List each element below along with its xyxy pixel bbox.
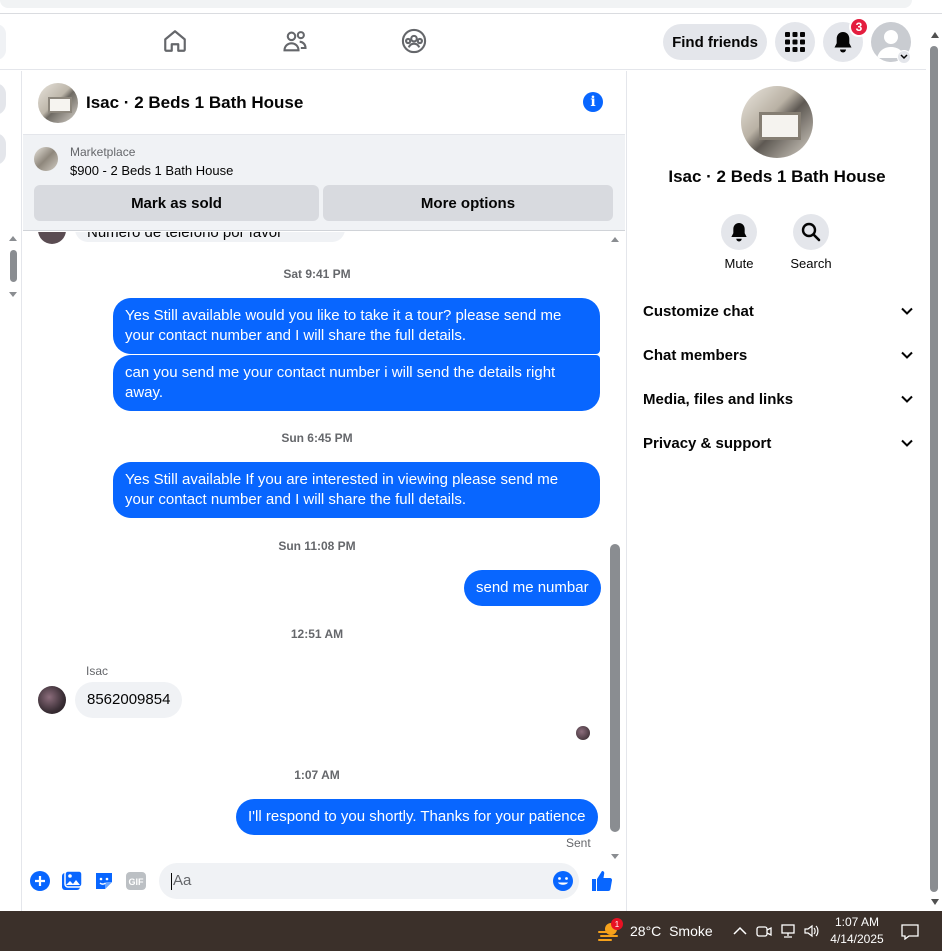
- plus-icon[interactable]: [28, 869, 52, 893]
- mute-action[interactable]: Mute: [709, 214, 769, 271]
- top-navigation: Find friends 3: [0, 14, 926, 70]
- read-receipt-avatar: [576, 726, 590, 740]
- sticker-icon[interactable]: [92, 869, 116, 893]
- chevron-down-icon: [901, 395, 913, 403]
- info-icon[interactable]: i: [583, 92, 603, 112]
- sender-avatar[interactable]: [38, 686, 66, 714]
- message-input[interactable]: Aa: [159, 863, 579, 899]
- clock-time: 1:07 AM: [834, 915, 880, 929]
- conversation-scrollbar[interactable]: [608, 232, 622, 859]
- message-timestamp: 1:07 AM: [294, 768, 340, 782]
- section-chat-members[interactable]: Chat members: [643, 335, 913, 375]
- outgoing-message[interactable]: Yes Still available would you like to ta…: [113, 298, 600, 354]
- svg-text:GIF: GIF: [129, 877, 145, 887]
- home-icon[interactable]: [160, 26, 190, 56]
- message-timestamp: Sun 6:45 PM: [281, 431, 353, 445]
- info-avatar[interactable]: [741, 86, 813, 158]
- section-media-files-links[interactable]: Media, files and links: [643, 379, 913, 419]
- conversation-info-panel: Isac · 2 Beds 1 Bath House Mute Search C…: [626, 71, 926, 911]
- section-label: Media, files and links: [643, 390, 794, 408]
- sidebar-chat-item[interactable]: [0, 83, 6, 115]
- section-customize-chat[interactable]: Customize chat: [643, 291, 913, 331]
- notification-center-icon[interactable]: [901, 923, 919, 941]
- menu-grid-button[interactable]: [775, 22, 815, 62]
- left-sidebar-collapsed: [0, 71, 22, 911]
- chevron-down-icon: [901, 307, 913, 315]
- emoji-icon[interactable]: [551, 869, 575, 893]
- conversation-header: Isac · 2 Beds 1 Bath House i: [23, 71, 625, 135]
- marketplace-label: Marketplace: [70, 145, 136, 159]
- sender-name: Isac: [86, 664, 109, 678]
- conversation-panel: Isac · 2 Beds 1 Bath House i Marketplace…: [23, 71, 625, 911]
- bell-icon: [834, 32, 852, 53]
- search-icon[interactable]: [793, 214, 829, 250]
- weather-widget[interactable]: 28°C Smoke: [630, 923, 713, 939]
- message-timestamp: 12:51 AM: [290, 627, 344, 641]
- marketplace-listing-panel: Marketplace $900 - 2 Beds 1 Bath House M…: [23, 135, 625, 231]
- notification-badge: 3: [849, 17, 869, 37]
- sender-avatar: [38, 232, 66, 244]
- chevron-down-icon: [901, 351, 913, 359]
- sidebar-chat-item[interactable]: [0, 133, 6, 165]
- search-action[interactable]: Search: [781, 214, 841, 271]
- incoming-message[interactable]: 8562009854: [75, 682, 183, 718]
- chat-avatar[interactable]: [38, 82, 78, 123]
- incoming-message[interactable]: Numero de telefono por favor gracias: [75, 232, 345, 242]
- camera-icon[interactable]: [756, 923, 772, 939]
- outgoing-message[interactable]: send me numbar: [464, 570, 601, 606]
- left-scrollbar[interactable]: [6, 232, 20, 302]
- message-timestamp: Sat 9:41 PM: [283, 267, 351, 281]
- friends-icon[interactable]: [280, 26, 310, 56]
- bell-icon[interactable]: [721, 214, 757, 250]
- clock-date: 4/14/2025: [830, 932, 884, 946]
- photo-icon[interactable]: [60, 869, 84, 893]
- volume-icon[interactable]: [804, 923, 820, 939]
- message-composer: GIF Aa: [23, 857, 625, 905]
- find-friends-button[interactable]: Find friends: [663, 24, 767, 60]
- network-icon[interactable]: [780, 923, 796, 939]
- mute-label: Mute: [724, 256, 754, 271]
- weather-alert-badge: 1: [611, 918, 623, 930]
- chevron-down-icon[interactable]: [897, 50, 911, 64]
- listing-thumbnail[interactable]: [34, 147, 58, 171]
- system-clock[interactable]: 1:07 AM 4/14/2025: [824, 914, 890, 948]
- groups-icon[interactable]: [399, 26, 429, 56]
- sent-status: Sent: [566, 836, 591, 850]
- outgoing-message[interactable]: Yes Still available If you are intereste…: [113, 462, 600, 518]
- section-label: Privacy & support: [643, 434, 772, 452]
- chevron-down-icon: [901, 439, 913, 447]
- browser-tab: [0, 0, 912, 8]
- browser-tab-strip: [0, 0, 942, 14]
- page-scrollbar[interactable]: [927, 14, 942, 911]
- section-label: Chat members: [643, 346, 748, 364]
- more-options-button[interactable]: More options: [323, 185, 613, 221]
- menu-grid-icon: [785, 32, 805, 52]
- message-list: Numero de telefono por favor gracias Sat…: [23, 232, 625, 852]
- gif-icon[interactable]: GIF: [124, 869, 148, 893]
- outgoing-message[interactable]: I'll respond to you shortly. Thanks for …: [236, 799, 598, 835]
- listing-description[interactable]: $900 - 2 Beds 1 Bath House: [70, 163, 233, 178]
- search-label: Search: [790, 256, 832, 271]
- outgoing-message[interactable]: can you send me your contact number i wi…: [113, 355, 600, 411]
- section-label: Customize chat: [643, 302, 754, 320]
- conversation-title[interactable]: Isac · 2 Beds 1 Bath House: [86, 93, 303, 113]
- mark-as-sold-button[interactable]: Mark as sold: [34, 185, 319, 221]
- info-name: Isac · 2 Beds 1 Bath House: [668, 167, 886, 186]
- windows-taskbar: 1 28°C Smoke 1:07 AM 4/14/2025: [0, 911, 942, 951]
- chevron-up-icon[interactable]: [732, 923, 748, 939]
- thumbs-up-icon[interactable]: [590, 869, 614, 893]
- message-timestamp: Sun 11:08 PM: [278, 539, 356, 553]
- section-privacy-support[interactable]: Privacy & support: [643, 423, 913, 463]
- search-field-stub[interactable]: [0, 24, 6, 60]
